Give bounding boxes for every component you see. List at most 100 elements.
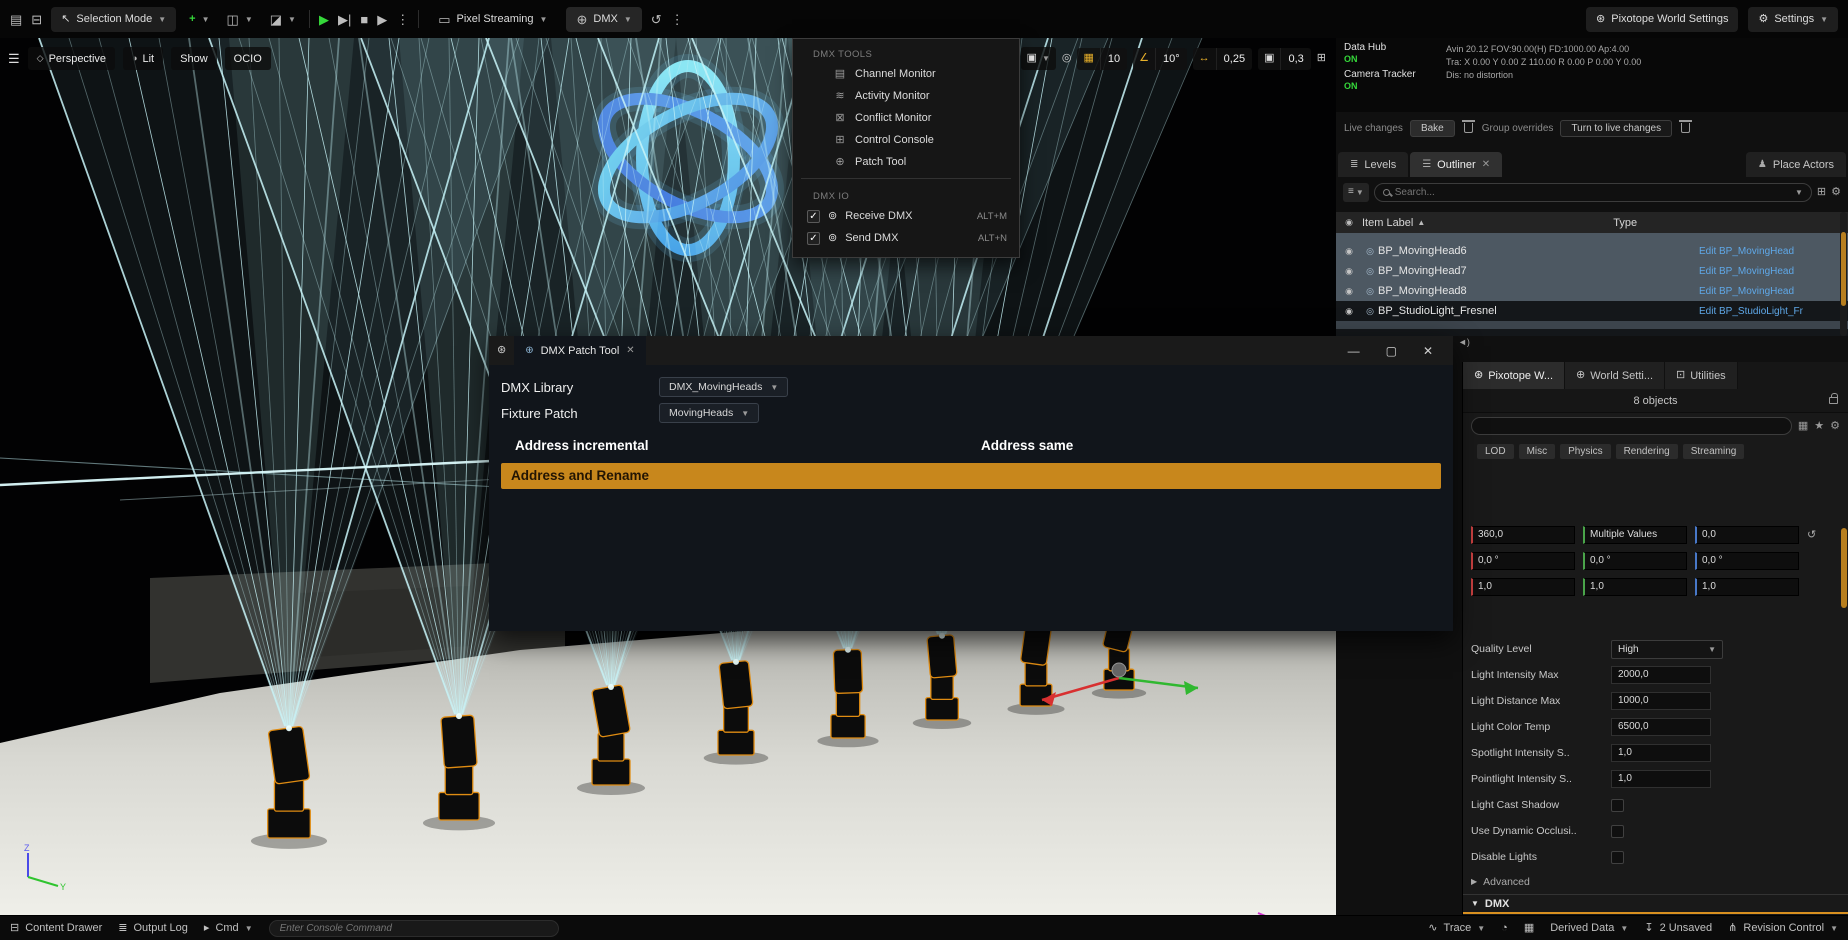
patch-tool-tab[interactable]: ⊕ DMX Patch Tool ✕ (514, 336, 645, 365)
menu-item-channel-monitor[interactable]: ▤ Channel Monitor (793, 63, 1019, 85)
details-settings-gear-icon[interactable]: ⚙ (1830, 421, 1840, 432)
outliner-scrollbar[interactable] (1840, 212, 1847, 336)
cmd-dropdown[interactable]: ▸ Cmd ▼ (204, 922, 253, 934)
lit-mode-dropdown[interactable]: ◑ Lit (123, 47, 163, 70)
history-icon[interactable]: ↺ (651, 13, 662, 26)
visibility-eye-icon[interactable]: ◉ (1336, 287, 1362, 296)
reset-to-default-icon[interactable]: ↺ (1807, 530, 1816, 541)
minimize-window-icon[interactable]: — (1348, 345, 1360, 357)
maximize-viewport-icon[interactable]: ⊞ (1317, 53, 1326, 64)
console-command-input[interactable] (280, 923, 548, 934)
unsaved-button[interactable]: ↧ 2 Unsaved (1644, 922, 1712, 934)
menu-item-activity-monitor[interactable]: ≋ Activity Monitor (793, 85, 1019, 107)
spotlight-intensity-field[interactable]: 1,0 (1611, 744, 1711, 762)
pointlight-intensity-field[interactable]: 1,0 (1611, 770, 1711, 788)
ocio-dropdown[interactable]: OCIO (225, 47, 271, 70)
column-type[interactable]: Type (1613, 217, 1637, 229)
edit-blueprint-link[interactable]: Edit BP_StudioLight_Fr (1699, 306, 1803, 317)
output-log-button[interactable]: ≣ Output Log (118, 922, 188, 934)
menu-item-send-dmx[interactable]: ✓ ⊚ Send DMX ALT+N (793, 227, 1019, 249)
selection-mode-dropdown[interactable]: ↖ Selection Mode ▼ (51, 7, 176, 32)
chip-lod[interactable]: LOD (1477, 444, 1514, 459)
stop-button[interactable]: ■ (360, 13, 368, 26)
new-folder-icon[interactable]: ⊞ (1817, 187, 1826, 198)
outliner-settings-gear-icon[interactable]: ⚙ (1831, 187, 1841, 198)
scale-z-field[interactable]: 1,0 (1695, 578, 1799, 596)
chip-misc[interactable]: Misc (1519, 444, 1556, 459)
speaker-icon[interactable]: ◄) (1458, 338, 1470, 347)
play-options-kebab-icon[interactable]: ⋮ (396, 13, 409, 26)
table-row[interactable]: ◉ ◎ BP_MovingHead8 Edit BP_MovingHead (1336, 281, 1848, 301)
scale-x-field[interactable]: 1,0 (1471, 578, 1575, 596)
visibility-eye-icon[interactable]: ◉ (1336, 307, 1362, 316)
viewport-menu-icon[interactable]: ☰ (8, 52, 20, 65)
edit-blueprint-link[interactable]: Edit BP_MovingHead (1699, 286, 1794, 297)
menu-item-patch-tool[interactable]: ⊕ Patch Tool (793, 151, 1019, 173)
turn-to-live-changes-button[interactable]: Turn to live changes (1560, 120, 1672, 137)
perspective-dropdown[interactable]: ◇ Perspective (28, 47, 115, 70)
column-item-label[interactable]: Item Label (1362, 217, 1413, 229)
console-command-box[interactable] (269, 920, 559, 937)
launch-button[interactable]: ▶ (377, 13, 387, 26)
rotation-snap-control[interactable]: ∠ 10° (1133, 48, 1187, 70)
table-row[interactable]: ◉ ◎ BP_MovingHead7 Edit BP_MovingHead (1336, 261, 1848, 281)
disable-lights-checkbox[interactable] (1611, 851, 1624, 864)
chip-physics[interactable]: Physics (1560, 444, 1610, 459)
light-distance-max-field[interactable]: 1000,0 (1611, 692, 1711, 710)
details-scrollbar-thumb[interactable] (1841, 528, 1847, 608)
grid-snap-control[interactable]: ▦ 10 (1077, 48, 1127, 70)
tab-world-settings[interactable]: ⊕ World Setti... (1565, 362, 1665, 389)
revision-control-dropdown[interactable]: ⋔ Revision Control ▼ (1728, 922, 1838, 934)
save-icon[interactable]: ▤ (10, 13, 22, 26)
menu-item-conflict-monitor[interactable]: ⊠ Conflict Monitor (793, 107, 1019, 129)
frame-step-button[interactable]: ▶| (338, 13, 351, 26)
edit-blueprint-link[interactable]: Edit BP_MovingHead (1699, 246, 1794, 257)
trash-icon[interactable] (1681, 123, 1690, 133)
tab-levels[interactable]: ≣ Levels (1338, 152, 1408, 177)
fixture-patch-dropdown[interactable]: MovingHeads ▼ (659, 403, 759, 423)
transform-z-field[interactable]: 0,0 (1695, 526, 1799, 544)
favorites-star-icon[interactable]: ★ (1814, 421, 1824, 432)
receive-dmx-checkbox[interactable]: ✓ (807, 210, 820, 223)
light-color-temp-field[interactable]: 6500,0 (1611, 718, 1711, 736)
scale-y-field[interactable]: 1,0 (1583, 578, 1687, 596)
grid-view-icon[interactable]: ▦ (1798, 421, 1808, 432)
quality-level-dropdown[interactable]: High ▼ (1611, 640, 1723, 659)
close-window-icon[interactable]: ✕ (1423, 345, 1433, 357)
grid-status-icon[interactable]: ▦ (1524, 923, 1534, 934)
close-icon[interactable]: ✕ (1482, 160, 1490, 170)
locate-icon[interactable]: ◎ (1062, 53, 1072, 64)
rotation-z-field[interactable]: 0,0 ° (1695, 552, 1799, 570)
address-incremental-button[interactable]: Address incremental (501, 438, 981, 453)
pixotope-world-settings-button[interactable]: ⊛ Pixotope World Settings (1586, 7, 1738, 32)
dmx-section-header[interactable]: ▼ DMX (1463, 894, 1848, 914)
editor-modes-dropdown[interactable]: ◫ ▼ (223, 7, 257, 32)
use-dynamic-occlusion-checkbox[interactable] (1611, 825, 1624, 838)
play-button[interactable]: ▶ (319, 13, 329, 26)
tab-pixotope-world[interactable]: ⊛ Pixotope W... (1463, 362, 1565, 389)
chip-streaming[interactable]: Streaming (1683, 444, 1745, 459)
content-drawer-button[interactable]: ⊟ Content Drawer (10, 922, 102, 934)
patch-window-titlebar[interactable]: ⊛ ⊕ DMX Patch Tool ✕ — ▢ ✕ (489, 336, 1453, 365)
visibility-eye-icon[interactable]: ◉ (1336, 247, 1362, 256)
details-search-box[interactable] (1471, 417, 1792, 435)
edit-blueprint-link[interactable]: Edit BP_MovingHead (1699, 266, 1794, 277)
insights-icon[interactable]: ◔ (1501, 923, 1508, 934)
camera-speed-control[interactable]: ▣ 0,3 (1258, 48, 1311, 70)
dmx-dropdown[interactable]: ⊕ DMX ▼ (566, 7, 641, 32)
derived-data-dropdown[interactable]: Derived Data ▼ (1550, 922, 1628, 934)
toolbar-kebab-icon[interactable]: ⋮ (671, 13, 684, 26)
trash-icon[interactable] (1464, 123, 1473, 133)
viewport-camera-dropdown[interactable]: ▣ ▼ (1021, 47, 1056, 70)
table-row[interactable]: ◉ ◎ BP_MovingHead6 Edit BP_MovingHead (1336, 241, 1848, 261)
settings-dropdown[interactable]: ⚙ Settings ▼ (1748, 7, 1838, 32)
address-same-button[interactable]: Address same (981, 438, 1073, 453)
transform-x-field[interactable]: 360,0 (1471, 526, 1575, 544)
address-and-rename-button[interactable]: Address and Rename (501, 463, 1441, 489)
advanced-section-header[interactable]: ▶ Advanced (1463, 870, 1848, 894)
send-dmx-checkbox[interactable]: ✓ (807, 232, 820, 245)
pixel-streaming-dropdown[interactable]: ▭ Pixel Streaming ▼ (428, 7, 557, 32)
rotation-y-field[interactable]: 0,0 ° (1583, 552, 1687, 570)
lock-icon[interactable] (1829, 397, 1838, 404)
filter-dropdown[interactable]: ≡ ▼ (1343, 183, 1369, 202)
